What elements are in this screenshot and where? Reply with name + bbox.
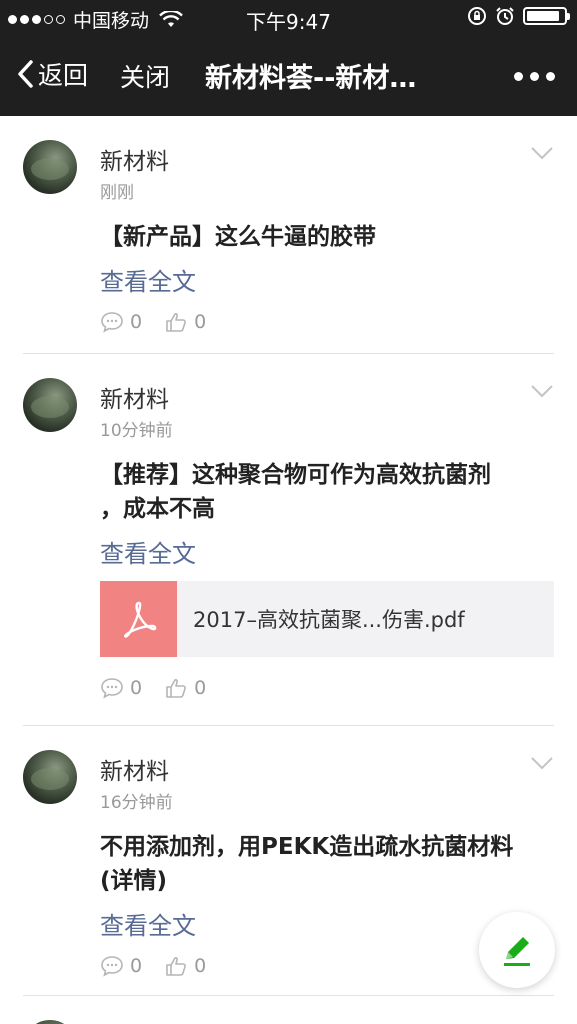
back-label: 返回 <box>38 61 89 90</box>
post-title-line: ，成本不高 <box>100 496 215 522</box>
read-more-link[interactable]: 查看全文 <box>100 906 196 941</box>
thumbs-up-icon <box>166 679 187 698</box>
like-button[interactable]: 0 <box>164 955 206 977</box>
post-author[interactable]: 新材料 <box>100 752 169 786</box>
post-item <box>23 996 554 1024</box>
more-dot <box>546 72 555 81</box>
comment-button[interactable]: 0 <box>100 311 142 333</box>
avatar[interactable] <box>23 750 77 804</box>
post-item: 新材料 刚刚 【新产品】这么牛逼的胶带 查看全文 0 0 <box>23 116 554 354</box>
post-author[interactable]: 新材料 <box>100 142 169 176</box>
like-count: 0 <box>194 677 207 699</box>
nav-bar: 返回 关闭 新材料荟--新材… <box>0 36 577 116</box>
page-title: 新材料荟--新材… <box>205 63 417 94</box>
comment-icon <box>101 312 123 333</box>
post-title-line: 【推荐】这种聚合物可作为高效抗菌剂 <box>100 462 491 488</box>
read-more-link[interactable]: 查看全文 <box>100 262 196 297</box>
post-title[interactable]: 【推荐】这种聚合物可作为高效抗菌剂 ，成本不高 <box>100 458 554 526</box>
post-feed: 新材料 刚刚 【新产品】这么牛逼的胶带 查看全文 0 0 新材料 10分钟前 【… <box>0 116 577 1024</box>
post-time: 16分钟前 <box>100 793 173 813</box>
comment-count: 0 <box>130 311 143 333</box>
read-more-link[interactable]: 查看全文 <box>100 534 196 569</box>
more-menu-button[interactable] <box>514 72 555 81</box>
comment-button[interactable]: 0 <box>100 677 142 699</box>
pdf-attachment[interactable]: 2017–高效抗菌聚...伤害.pdf <box>100 581 554 657</box>
post-author[interactable]: 新材料 <box>100 380 169 414</box>
status-bar: 中国移动 下午9:47 <box>0 0 577 36</box>
compose-button[interactable] <box>479 912 555 988</box>
pdf-icon <box>100 581 177 657</box>
alarm-icon <box>496 7 514 25</box>
post-item: 新材料 16分钟前 不用添加剂，用PEKK造出疏水抗菌材料 (详情) 查看全文 … <box>23 726 554 996</box>
close-button[interactable]: 关闭 <box>120 58 170 94</box>
post-item: 新材料 10分钟前 【推荐】这种聚合物可作为高效抗菌剂 ，成本不高 查看全文 2… <box>23 354 554 726</box>
chevron-down-icon[interactable] <box>530 146 554 160</box>
like-button[interactable]: 0 <box>164 677 206 699</box>
attachment-filename: 2017–高效抗菌聚...伤害.pdf <box>193 608 465 632</box>
avatar[interactable] <box>23 140 77 194</box>
like-button[interactable]: 0 <box>164 311 206 333</box>
like-count: 0 <box>194 311 207 333</box>
comment-count: 0 <box>130 677 143 699</box>
comment-button[interactable]: 0 <box>100 955 142 977</box>
post-title-line: 不用添加剂，用PEKK造出疏水抗菌材料 <box>100 834 514 860</box>
post-title[interactable]: 【新产品】这么牛逼的胶带 <box>100 220 554 254</box>
post-title-line: (详情) <box>100 868 168 894</box>
like-count: 0 <box>194 955 207 977</box>
avatar[interactable] <box>23 1020 77 1024</box>
post-title[interactable]: 不用添加剂，用PEKK造出疏水抗菌材料 (详情) <box>100 830 554 898</box>
chevron-down-icon[interactable] <box>530 384 554 398</box>
pencil-icon <box>504 937 530 966</box>
back-button[interactable]: 返回 <box>16 56 88 92</box>
comment-icon <box>101 678 123 699</box>
rotation-lock-icon <box>468 7 486 25</box>
thumbs-up-icon <box>166 957 187 976</box>
avatar[interactable] <box>23 378 77 432</box>
comment-icon <box>101 956 123 977</box>
thumbs-up-icon <box>166 313 187 332</box>
more-dot <box>514 72 523 81</box>
battery-icon <box>523 7 570 25</box>
post-time: 刚刚 <box>100 183 134 203</box>
chevron-left-icon <box>18 60 33 88</box>
more-dot <box>530 72 539 81</box>
chevron-down-icon[interactable] <box>530 756 554 770</box>
comment-count: 0 <box>130 955 143 977</box>
post-time: 10分钟前 <box>100 421 173 441</box>
